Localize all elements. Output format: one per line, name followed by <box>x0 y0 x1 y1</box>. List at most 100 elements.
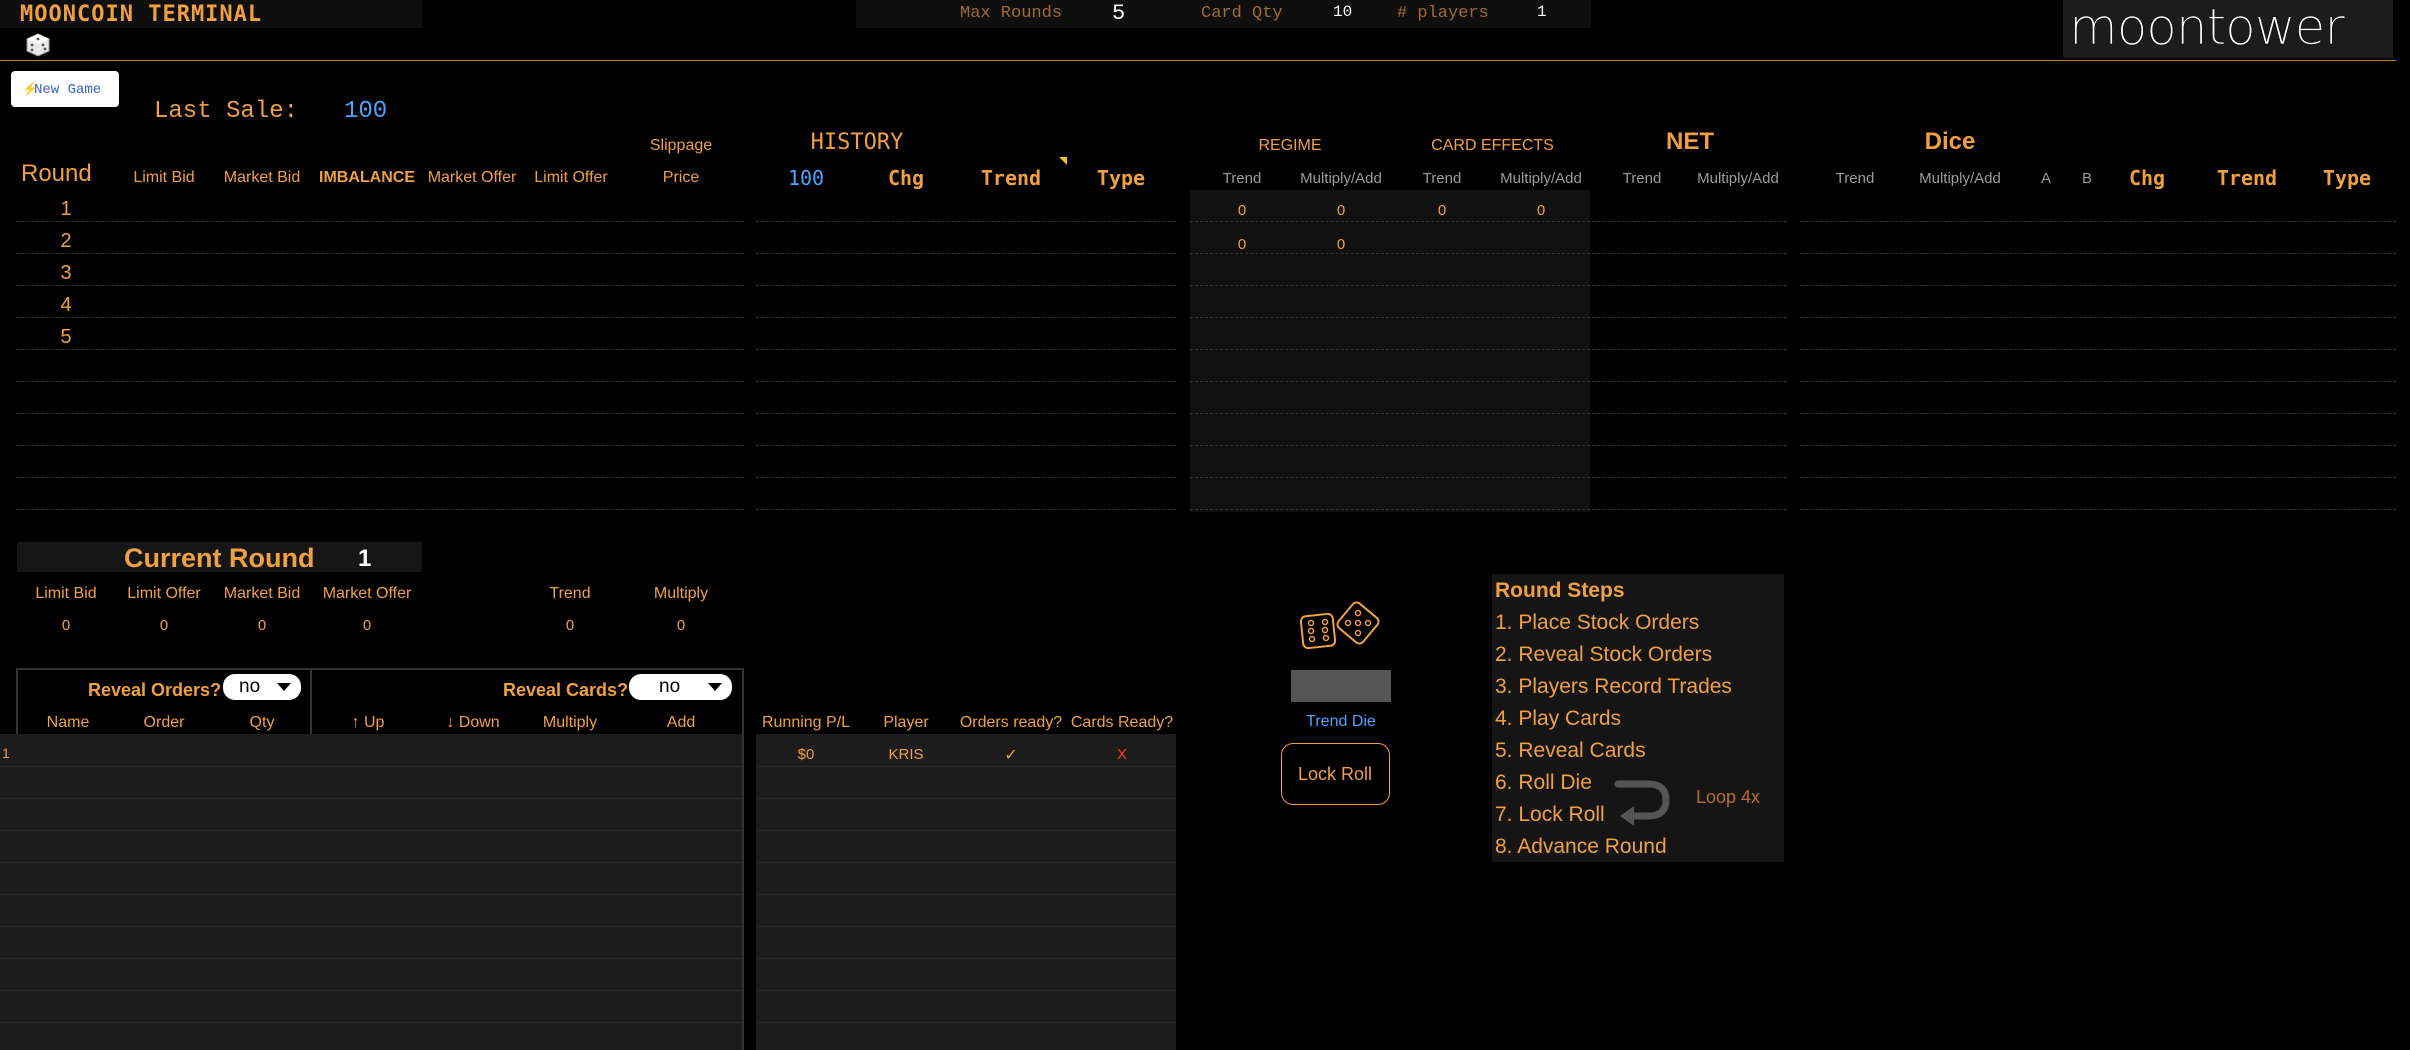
moontower-logo: moontower <box>2069 0 2345 56</box>
row-separator <box>1190 413 1590 414</box>
grid-line <box>756 894 1176 895</box>
up-header: ↑ Up <box>351 714 385 731</box>
cr-market-bid-value: 0 <box>257 617 267 634</box>
row-separator <box>756 413 1176 414</box>
row-separator <box>16 349 744 350</box>
round-5: 5 <box>60 326 72 348</box>
limit-offer-header: Limit Offer <box>534 169 608 186</box>
dice-type-header: Type <box>2322 166 2372 190</box>
row-separator <box>16 445 744 446</box>
row-separator <box>1592 317 1787 318</box>
row-separator <box>16 253 744 254</box>
players-grid[interactable] <box>756 734 1176 1050</box>
row-separator <box>756 285 1176 286</box>
players-value[interactable]: 1 <box>1537 3 1547 21</box>
header-divider <box>0 60 2396 61</box>
row-separator <box>756 477 1176 478</box>
step-2: 2. Reveal Stock Orders <box>1495 643 1713 666</box>
row-separator <box>1592 445 1787 446</box>
row-separator <box>1190 285 1590 286</box>
grid-line <box>756 990 1176 991</box>
regime-header: REGIME <box>1258 137 1322 154</box>
imbalance-header: IMBALANCE <box>319 169 415 186</box>
cr-market-offer-header: Market Offer <box>322 585 412 602</box>
row-separator <box>1190 381 1590 382</box>
slippage-header: Slippage <box>649 137 713 154</box>
cr-multiply-value: 0 <box>676 617 686 634</box>
row-separator <box>1190 477 1590 478</box>
cards-ready-x: X <box>1116 746 1127 763</box>
row-separator <box>756 509 1176 510</box>
dice-pair-icon[interactable] <box>1298 601 1384 653</box>
row-separator <box>756 221 1176 222</box>
chevron-down-icon <box>277 683 291 691</box>
row-separator <box>1190 221 1590 222</box>
reveal-orders-label: Reveal Orders? <box>88 680 222 700</box>
grid-line <box>756 862 1176 863</box>
lock-roll-button[interactable]: Lock Roll <box>1281 743 1390 805</box>
round-steps-title: Round Steps <box>1495 579 1625 602</box>
dice-a-header: A <box>2040 170 2051 187</box>
dice-icon[interactable] <box>26 33 50 57</box>
step-5: 5. Reveal Cards <box>1495 739 1646 762</box>
grid-line <box>0 1022 742 1023</box>
last-sale-label: Last Sale: <box>154 98 299 125</box>
running-pl-header: Running P/L <box>761 714 851 731</box>
max-rounds-value[interactable]: 5 <box>1112 1 1125 26</box>
grid-line <box>0 958 742 959</box>
reveal-cards-select[interactable]: no <box>629 674 732 700</box>
cr-market-bid-header: Market Bid <box>223 585 301 602</box>
orders-row-index: 1 <box>2 745 10 761</box>
net-header: NET <box>1666 128 1714 155</box>
dice-trend-bold-header: Trend <box>2216 166 2278 190</box>
reveal-cards-value: no <box>659 676 681 697</box>
cr-limit-bid-header: Limit Bid <box>35 585 97 602</box>
cr-multiply-header: Multiply <box>653 585 709 602</box>
orders-ready-header: Orders ready? <box>959 714 1063 731</box>
row-separator <box>16 285 744 286</box>
step-4: 4. Play Cards <box>1495 707 1622 730</box>
dice-header: Dice <box>1924 128 1976 155</box>
current-round-value: 1 <box>358 545 372 572</box>
multiply-header: Multiply <box>542 714 598 731</box>
regime-mult-r1: 0 <box>1336 202 1346 219</box>
regime-trend-header: Trend <box>1222 170 1262 187</box>
grid-line <box>0 830 742 831</box>
row-separator <box>756 349 1176 350</box>
round-2: 2 <box>60 230 72 252</box>
round-3: 3 <box>60 262 72 284</box>
row-separator <box>756 381 1176 382</box>
row-separator <box>1800 477 2396 478</box>
row-separator <box>1800 445 2396 446</box>
dice-trend-header: Trend <box>1835 170 1875 187</box>
row-separator <box>1190 349 1590 350</box>
cr-limit-offer-header: Limit Offer <box>127 585 201 602</box>
price-header: Price <box>662 169 700 186</box>
card-mult-r1: 0 <box>1536 202 1546 219</box>
grid-line <box>0 862 742 863</box>
row-separator <box>16 477 744 478</box>
row-separator <box>1800 317 2396 318</box>
new-game-button[interactable]: ⚡ New Game <box>11 71 119 107</box>
round-4: 4 <box>60 294 72 316</box>
row-separator <box>1592 477 1787 478</box>
qty-header: Qty <box>249 714 275 731</box>
current-round-pad <box>17 542 115 572</box>
row-separator <box>16 221 744 222</box>
history-header: HISTORY <box>810 130 904 155</box>
regime-mult-header: Multiply/Add <box>1300 170 1382 187</box>
player-name: KRIS <box>888 746 924 763</box>
history-price: 100 <box>787 166 825 190</box>
max-rounds-label: Max Rounds <box>960 4 1063 23</box>
row-separator <box>1800 381 2396 382</box>
orders-grid[interactable] <box>0 734 742 1050</box>
card-mult-header: Multiply/Add <box>1500 170 1582 187</box>
grid-line <box>756 766 1176 767</box>
row-separator <box>1592 349 1787 350</box>
row-separator <box>756 445 1176 446</box>
reveal-orders-select[interactable]: no <box>223 674 301 700</box>
row-separator <box>1592 285 1787 286</box>
step-8: 8. Advance Round <box>1495 835 1667 858</box>
round-1: 1 <box>60 198 72 220</box>
card-qty-value[interactable]: 10 <box>1333 3 1352 21</box>
